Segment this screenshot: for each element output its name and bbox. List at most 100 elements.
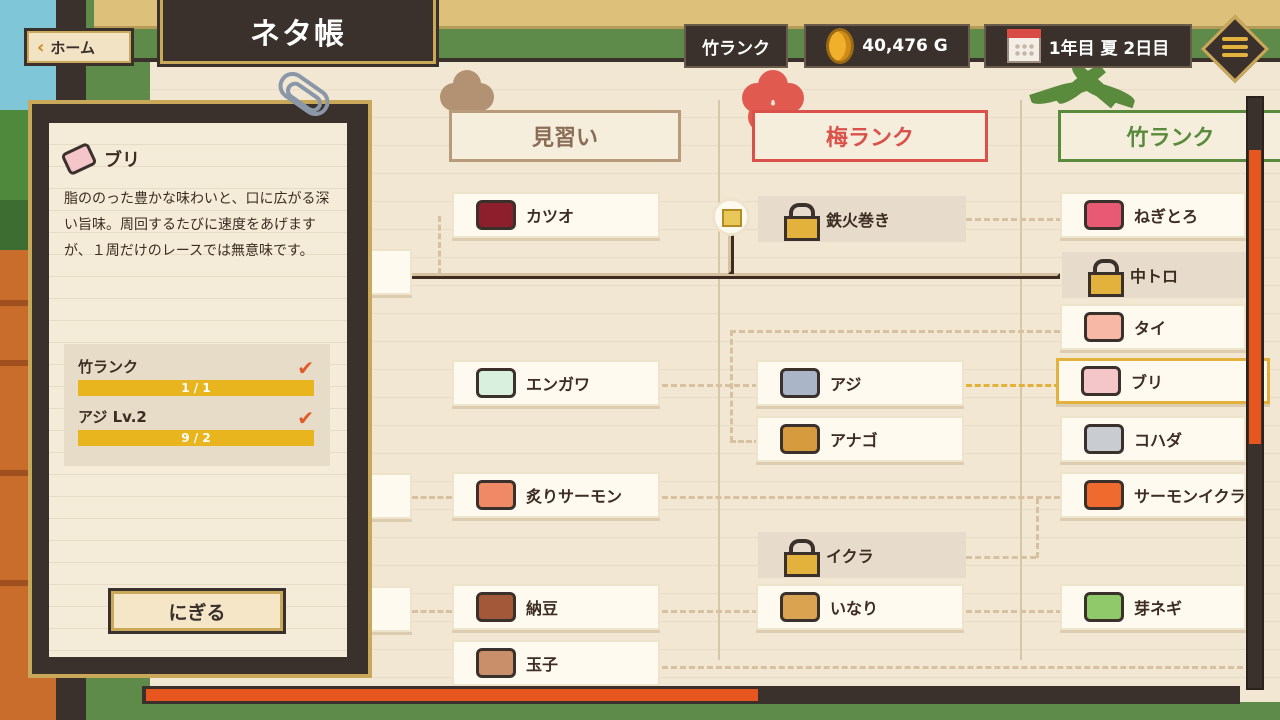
neta-label: タイ (1134, 319, 1167, 338)
neta-card-chutoro-locked[interactable]: 中トロ (1062, 252, 1246, 298)
lock-icon (782, 539, 820, 577)
requirement-row: アジ Lv.2 ✔ 9 / 2 (78, 406, 316, 456)
neta-label: イクラ (826, 547, 874, 566)
neta-card-hidden[interactable] (370, 473, 412, 519)
neta-card-katsuo[interactable]: カツオ (452, 192, 660, 238)
connector-line-active (966, 384, 1060, 387)
neta-label: 中トロ (1130, 267, 1179, 286)
aburi-salmon-icon (476, 480, 516, 510)
horizontal-scroll-thumb[interactable] (146, 689, 758, 701)
coin-icon (826, 28, 855, 64)
neta-label: アジ (830, 375, 862, 394)
lock-icon (782, 203, 820, 241)
column-header-ume: 梅ランク (752, 110, 988, 162)
connector-line (966, 610, 1062, 613)
neta-label: アナゴ (830, 431, 878, 450)
column-header-minarai: 見習い (449, 110, 681, 162)
detail-title: ブリ (60, 141, 140, 177)
neta-card-anago[interactable]: アナゴ (756, 416, 964, 462)
neta-label: 納豆 (526, 599, 559, 618)
neta-card-menegi[interactable]: 芽ネギ (1060, 584, 1246, 630)
connector-line (662, 610, 758, 613)
neta-label: 鉄火巻き (826, 211, 891, 230)
neta-card-natto[interactable]: 納豆 (452, 584, 660, 630)
gold-display: 40,476 G (804, 24, 970, 68)
neta-card-tai[interactable]: タイ (1060, 304, 1246, 350)
home-label: ホーム (50, 38, 95, 57)
connector-line (380, 273, 1060, 279)
buri-icon (1081, 366, 1121, 396)
chevron-left-icon: ‹ (37, 36, 45, 58)
engawa-icon (476, 368, 516, 398)
requirement-label: アジ Lv.2 (78, 408, 147, 426)
connector-line (730, 330, 733, 442)
rank-badge: 竹ランク (684, 24, 788, 68)
katsuo-icon (476, 200, 516, 230)
gold-amount: 40,476 G (862, 36, 948, 56)
requirement-progress-bar: 9 / 2 (78, 430, 314, 446)
neta-label: エンガワ (526, 375, 591, 394)
page-title: ネタ帳 (160, 0, 436, 64)
natto-icon (476, 592, 516, 622)
buri-icon (60, 141, 98, 177)
neta-card-hidden[interactable] (370, 586, 412, 632)
neta-label: いなり (830, 599, 879, 618)
neta-card-inari[interactable]: いなり (756, 584, 964, 630)
column-divider (1020, 100, 1022, 660)
connector-line (412, 610, 452, 613)
vertical-scroll-thumb[interactable] (1249, 150, 1261, 444)
aji-icon (780, 368, 820, 398)
checkmark-icon: ✔ (297, 356, 314, 380)
neta-card-aji[interactable]: アジ (756, 360, 964, 406)
nigiru-button[interactable]: にぎる (108, 588, 286, 634)
paperclip-icon (268, 66, 344, 140)
neta-card-tekkamaki-locked[interactable]: 鉄火巻き (758, 196, 966, 242)
neta-card-salmon-ikura[interactable]: サーモンイクラ (1060, 472, 1246, 518)
menu-icon[interactable] (1222, 34, 1248, 60)
neta-card-negitoro[interactable]: ねぎとろ (1060, 192, 1246, 238)
connector-line (662, 666, 1252, 669)
tai-icon (1084, 312, 1124, 342)
neta-label: 芽ネギ (1134, 599, 1183, 618)
lock-icon (1086, 259, 1124, 297)
neta-card-engawa[interactable]: エンガワ (452, 360, 660, 406)
connector-line (730, 330, 1060, 333)
connector-line (662, 384, 758, 387)
inari-icon (780, 592, 820, 622)
neta-label: ブリ (1131, 373, 1164, 392)
rank-label: 竹ランク (702, 38, 770, 59)
menegi-icon (1084, 592, 1124, 622)
neta-label: 玉子 (526, 655, 559, 674)
requirement-label: 竹ランク (78, 358, 139, 376)
date-label: 1年目 夏 2日目 (1048, 38, 1170, 59)
connector-line (966, 218, 1062, 221)
neta-card-ikura-locked[interactable]: イクラ (758, 532, 966, 578)
connector-line (662, 496, 1060, 499)
neta-card-tamago[interactable]: 玉子 (452, 640, 660, 686)
requirements-box: 竹ランク ✔ 1 / 1 アジ Lv.2 ✔ 9 / 2 (64, 344, 330, 466)
requirement-progress-bar: 1 / 1 (78, 380, 314, 396)
neta-card-hidden[interactable] (370, 249, 412, 295)
connector-line (412, 496, 452, 499)
neta-card-buri-selected[interactable]: ブリ (1056, 358, 1270, 404)
home-button[interactable]: ‹ ホーム (24, 28, 134, 66)
neta-label: 炙りサーモン (526, 487, 623, 506)
connector-line (966, 556, 1036, 559)
salmon-ikura-icon (1084, 480, 1124, 510)
neta-card-kohada[interactable]: コハダ (1060, 416, 1246, 462)
tamago-icon (476, 648, 516, 678)
anago-icon (780, 424, 820, 454)
neta-label: コハダ (1134, 431, 1183, 450)
neta-card-aburi-salmon[interactable]: 炙りサーモン (452, 472, 660, 518)
negitoro-icon (1084, 200, 1124, 230)
gold-bars-icon (712, 198, 750, 236)
watermark-logo (0, 680, 130, 720)
detail-description: 脂ののった豊かな味わいと、口に広がる深い旨味。周回するたびに速度をあげますが、１… (64, 191, 330, 259)
date-display: 1年目 夏 2日目 (984, 24, 1192, 68)
requirement-row: 竹ランク ✔ 1 / 1 (78, 356, 316, 406)
checkmark-icon: ✔ (297, 406, 314, 430)
connector-line (728, 232, 734, 274)
connector-line (438, 216, 441, 274)
kohada-icon (1084, 424, 1124, 454)
column-divider (718, 100, 720, 660)
